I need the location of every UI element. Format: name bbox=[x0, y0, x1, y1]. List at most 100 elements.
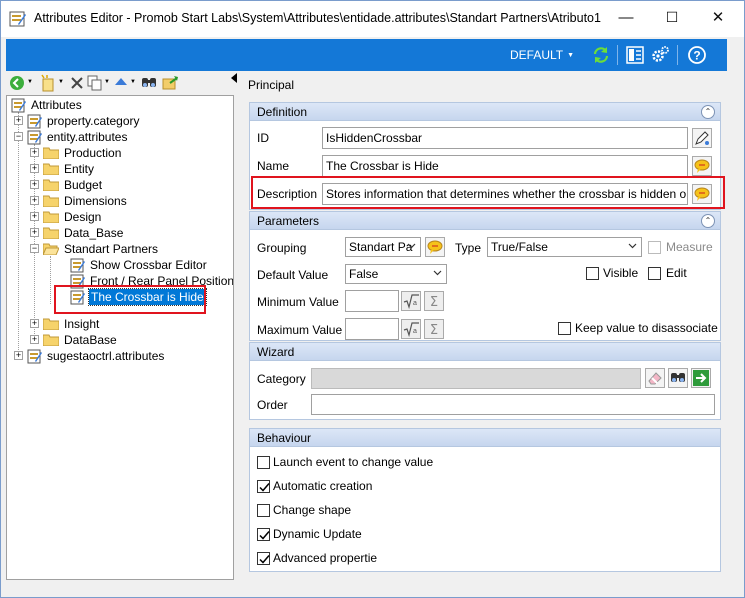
expand-icon[interactable]: + bbox=[30, 164, 39, 173]
tree-item-sugestaoctrl-attributes[interactable]: + sugestaoctrl.attributes bbox=[14, 348, 224, 364]
id-field[interactable]: IsHiddenCrossbar bbox=[322, 127, 688, 149]
collapse-icon[interactable]: ⌃ bbox=[701, 105, 715, 119]
category-clear-button[interactable] bbox=[645, 368, 665, 388]
tree-connector bbox=[18, 112, 19, 358]
change-shape-checkbox[interactable] bbox=[257, 504, 270, 517]
change-shape-label: Change shape bbox=[273, 503, 352, 517]
visible-label: Visible bbox=[603, 266, 639, 280]
gear-icon[interactable] bbox=[650, 45, 670, 65]
tree-item-entity-attributes[interactable]: − entity.attributes bbox=[14, 129, 224, 145]
grouping-select[interactable]: Standart Pa bbox=[345, 237, 421, 257]
definition-title: Definition bbox=[257, 105, 308, 119]
visible-checkbox[interactable] bbox=[586, 267, 599, 280]
expand-icon[interactable]: + bbox=[30, 148, 39, 157]
automatic-creation-checkbox[interactable] bbox=[257, 480, 270, 493]
tree-label: Show Crossbar Editor bbox=[90, 258, 207, 272]
expand-icon[interactable]: + bbox=[14, 116, 23, 125]
chevron-down-icon bbox=[407, 243, 416, 249]
find-icon[interactable] bbox=[140, 74, 158, 92]
sqrt-icon: a bbox=[403, 294, 419, 310]
dropdown-arrow-icon[interactable]: ▼ bbox=[58, 79, 64, 85]
min-formula-button[interactable]: a bbox=[401, 291, 421, 311]
grouping-translate-button[interactable] bbox=[425, 237, 445, 257]
dynamic-update-checkbox[interactable] bbox=[257, 528, 270, 541]
expand-icon[interactable]: + bbox=[30, 212, 39, 221]
dropdown-arrow-icon[interactable]: ▼ bbox=[27, 79, 33, 85]
tree-item-entity[interactable]: + Entity bbox=[30, 161, 230, 177]
parameters-title: Parameters bbox=[257, 214, 320, 228]
tree-label: Dimensions bbox=[64, 194, 127, 208]
name-translate-button[interactable] bbox=[692, 156, 712, 176]
keep-value-checkbox[interactable] bbox=[558, 322, 571, 335]
selected-item-highlight bbox=[54, 285, 206, 314]
default-value-select[interactable]: False bbox=[345, 264, 447, 284]
parameters-header: Parameters ⌃ bbox=[250, 212, 720, 230]
collapse-icon[interactable]: − bbox=[30, 244, 39, 253]
collapse-pane-icon[interactable] bbox=[230, 72, 238, 84]
launch-event-label: Launch event to change value bbox=[273, 455, 434, 469]
default-dropdown[interactable]: DEFAULT ▼ bbox=[510, 48, 574, 62]
launch-event-checkbox[interactable] bbox=[257, 456, 270, 469]
collapse-icon[interactable]: − bbox=[14, 132, 23, 141]
copy-icon[interactable] bbox=[86, 74, 104, 92]
tree-item-database[interactable]: + DataBase bbox=[30, 332, 230, 348]
expand-icon[interactable]: + bbox=[30, 196, 39, 205]
maximum-value-field[interactable] bbox=[345, 318, 399, 340]
min-sum-button[interactable]: Σ bbox=[424, 291, 444, 311]
properties-pane: Principal Definition ⌃ ID IsHiddenCrossb… bbox=[241, 72, 727, 580]
category-go-button[interactable] bbox=[691, 368, 711, 388]
layout-icon[interactable] bbox=[625, 45, 645, 65]
tree-item-data-base[interactable]: + Data_Base bbox=[30, 225, 230, 241]
expand-icon[interactable]: + bbox=[30, 228, 39, 237]
new-item-icon[interactable] bbox=[39, 74, 57, 92]
tree-item-budget[interactable]: + Budget bbox=[30, 177, 230, 193]
folder-icon bbox=[43, 195, 59, 207]
svg-text:a: a bbox=[413, 300, 417, 307]
keep-value-label: Keep value to disassociate bbox=[575, 321, 718, 335]
tree-item-production[interactable]: + Production bbox=[30, 145, 230, 161]
left-pane: ▼ ▼ ▼ ▼ Attributes + property.category −… bbox=[6, 72, 234, 580]
expand-icon[interactable]: + bbox=[30, 319, 39, 328]
minimize-button[interactable]: — bbox=[603, 1, 649, 33]
tree-item-standart-partners[interactable]: − Standart Partners bbox=[30, 241, 230, 257]
expand-icon[interactable]: + bbox=[30, 335, 39, 344]
tree-item-design[interactable]: + Design bbox=[30, 209, 230, 225]
move-up-icon[interactable] bbox=[112, 74, 130, 92]
maximize-button[interactable]: ☐ bbox=[649, 1, 695, 33]
delete-icon[interactable] bbox=[68, 74, 86, 92]
order-field[interactable] bbox=[311, 394, 715, 415]
export-icon[interactable] bbox=[161, 74, 179, 92]
description-highlight bbox=[251, 176, 725, 209]
chevron-down-icon bbox=[628, 243, 637, 249]
back-icon[interactable] bbox=[8, 74, 26, 92]
dropdown-arrow-icon[interactable]: ▼ bbox=[130, 79, 136, 85]
close-button[interactable]: ✕ bbox=[695, 1, 741, 33]
name-field[interactable]: The Crossbar is Hide bbox=[322, 155, 688, 177]
separator bbox=[617, 45, 618, 65]
dropdown-arrow-icon[interactable]: ▼ bbox=[104, 79, 110, 85]
tree-item-property-category[interactable]: + property.category bbox=[14, 113, 224, 129]
minimum-value-field[interactable] bbox=[345, 290, 399, 312]
speech-bubble-icon bbox=[694, 159, 710, 173]
tree-item-insight[interactable]: + Insight bbox=[30, 316, 230, 332]
edit-checkbox[interactable] bbox=[648, 267, 661, 280]
help-icon[interactable]: ? bbox=[687, 45, 707, 65]
category-find-button[interactable] bbox=[668, 368, 688, 388]
expand-icon[interactable]: + bbox=[30, 180, 39, 189]
max-sum-button[interactable]: Σ bbox=[424, 319, 444, 339]
edit-label: Edit bbox=[666, 266, 687, 280]
default-value: False bbox=[349, 267, 379, 281]
id-edit-button[interactable] bbox=[692, 128, 712, 148]
tree-item-dimensions[interactable]: + Dimensions bbox=[30, 193, 230, 209]
id-label: ID bbox=[257, 131, 269, 145]
max-formula-button[interactable]: a bbox=[401, 319, 421, 339]
type-select[interactable]: True/False bbox=[487, 237, 642, 257]
expand-icon[interactable]: + bbox=[14, 351, 23, 360]
advanced-propertie-label: Advanced propertie bbox=[273, 551, 378, 565]
tree-item-show-crossbar-editor[interactable]: Show Crossbar Editor bbox=[70, 257, 233, 273]
tree-item-attributes[interactable]: Attributes bbox=[11, 97, 211, 113]
refresh-icon[interactable] bbox=[591, 45, 611, 65]
measure-checkbox[interactable] bbox=[648, 241, 661, 254]
advanced-propertie-checkbox[interactable] bbox=[257, 552, 270, 565]
collapse-icon[interactable]: ⌃ bbox=[701, 214, 715, 228]
